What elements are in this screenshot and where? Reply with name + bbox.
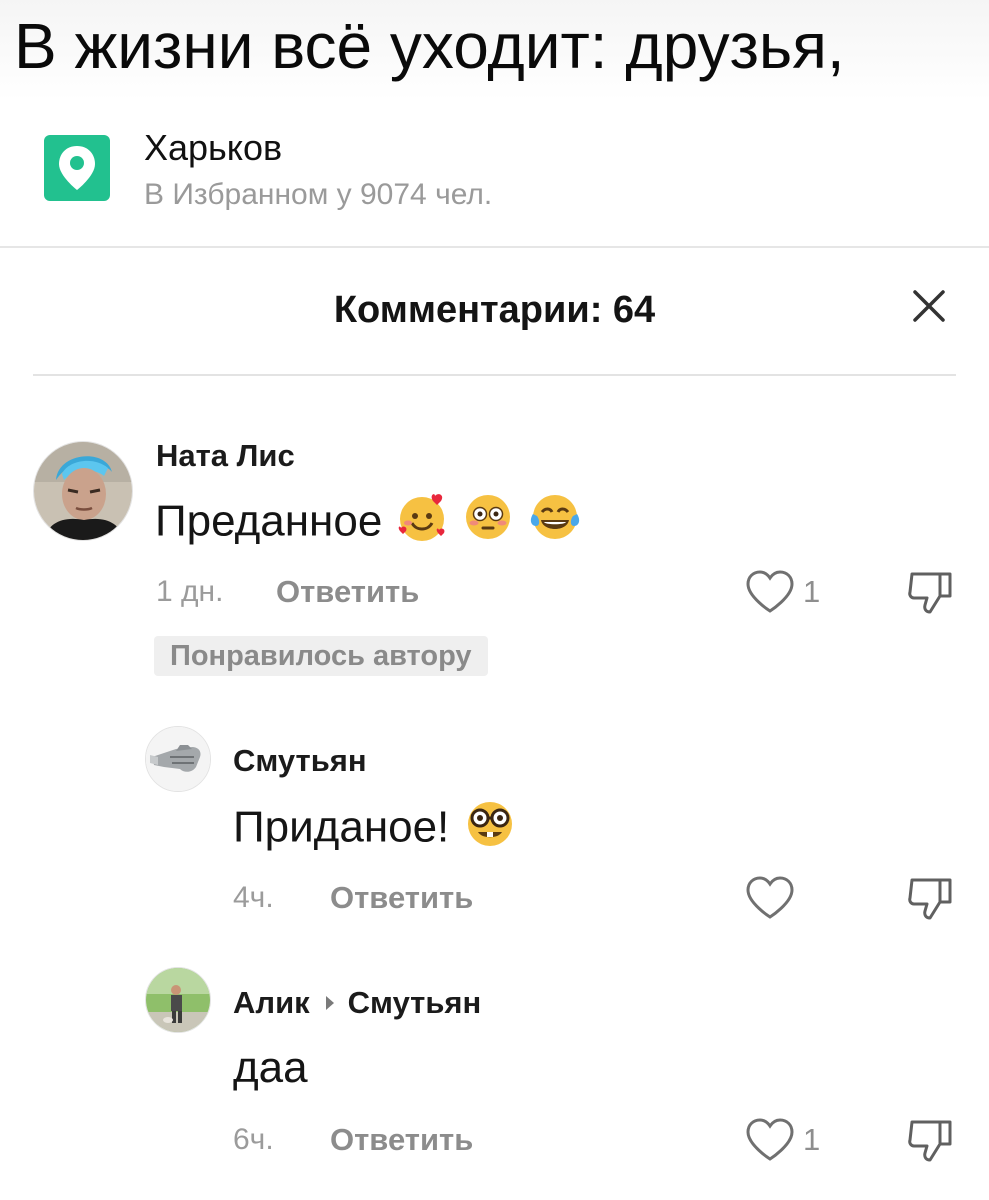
page: В жизни всё уходит: друзья, Харьков В Из… — [0, 0, 989, 1200]
like-count: 1 — [803, 574, 821, 609]
comment-text-content: даа — [233, 1043, 308, 1092]
like-count: 1 — [803, 1122, 821, 1157]
smiling-face-with-hearts-icon — [395, 490, 449, 558]
location-title[interactable]: Харьков — [144, 126, 282, 170]
comment-text: Преданное — [155, 490, 583, 558]
comment-text: даа — [233, 1040, 308, 1096]
close-icon[interactable] — [905, 282, 953, 330]
heart-icon[interactable] — [745, 570, 795, 619]
face-with-tears-of-joy-icon — [527, 490, 583, 558]
reply-button[interactable]: Ответить — [330, 1120, 473, 1160]
comment-time: 1 дн. — [156, 575, 224, 608]
comment-author[interactable]: Смутьян — [233, 741, 367, 781]
avatar[interactable] — [145, 967, 211, 1033]
comments-title: Комментарии: 64 — [333, 289, 656, 331]
thumbs-down-icon[interactable] — [906, 1116, 954, 1169]
comments-header: Комментарии: 64 — [0, 248, 989, 376]
author-liked-badge: Понравилось автору — [154, 636, 488, 676]
comment-author[interactable]: Алик — [233, 985, 310, 1020]
comment-author[interactable]: Ната Лис — [156, 436, 295, 476]
map-pin-icon — [44, 135, 110, 201]
comment-text-content: Преданное — [155, 496, 383, 546]
post-headline: В жизни всё уходит: друзья, — [14, 10, 845, 82]
comment-author-line: Алик Смутьян — [233, 983, 481, 1023]
reply-button[interactable]: Ответить — [330, 878, 473, 918]
heart-icon[interactable] — [745, 1118, 795, 1167]
comment-time: 6ч. — [233, 1123, 274, 1156]
comment-text: Приданое! — [233, 796, 518, 864]
nerd-face-icon — [462, 796, 518, 864]
header-divider — [33, 374, 956, 376]
comment-time: 4ч. — [233, 881, 274, 914]
comment-text-content: Приданое! — [233, 802, 450, 852]
reply-button[interactable]: Ответить — [276, 572, 419, 612]
thumbs-down-icon[interactable] — [906, 874, 954, 927]
reply-to-author[interactable]: Смутьян — [348, 985, 482, 1020]
reply-arrow-icon — [325, 995, 334, 1010]
avatar[interactable] — [33, 441, 133, 541]
location-subtitle: В Избранном у 9074 чел. — [144, 178, 493, 211]
flushed-face-icon — [461, 490, 515, 558]
thumbs-down-icon[interactable] — [906, 568, 954, 621]
heart-icon[interactable] — [745, 876, 795, 925]
location-block[interactable]: Харьков В Избранном у 9074 чел. — [0, 100, 989, 248]
avatar[interactable] — [145, 726, 211, 792]
post-headline-area: В жизни всё уходит: друзья, — [0, 0, 989, 100]
